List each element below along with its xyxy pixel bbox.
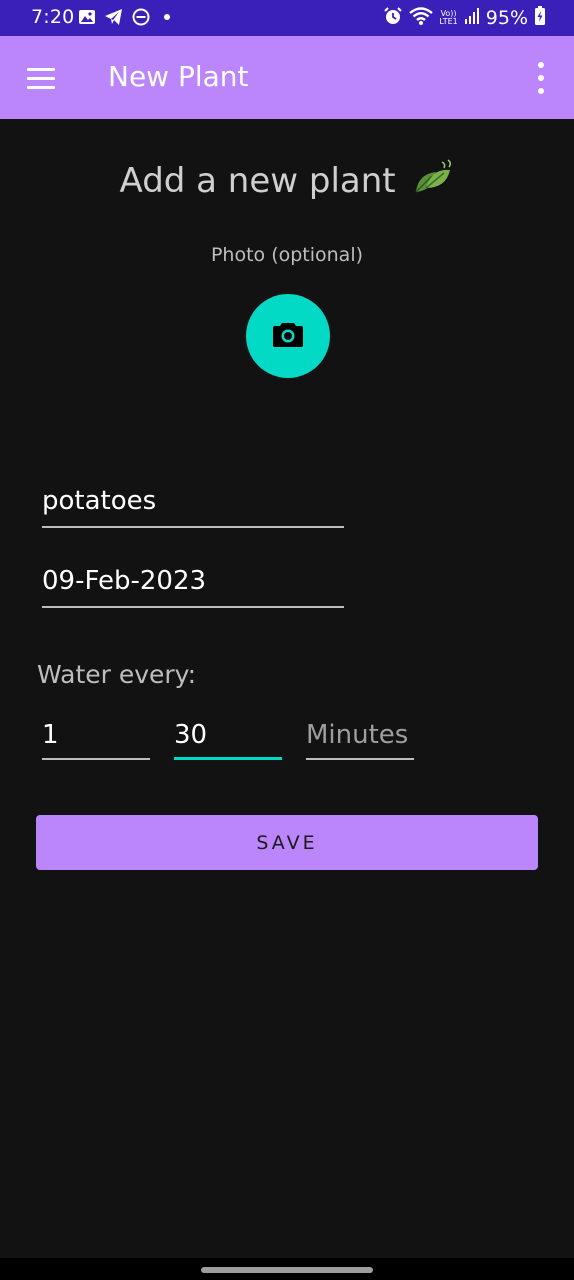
plant-name-field[interactable]: potatoes: [42, 480, 344, 528]
interval-minutes-field[interactable]: 30: [174, 712, 282, 760]
alarm-icon: [383, 6, 403, 30]
interval-number-field[interactable]: 1: [42, 712, 150, 760]
app-title: New Plant: [108, 60, 249, 93]
status-bar: 7:20 Vo)) LTE1 95%: [0, 0, 574, 36]
battery-percentage: 95%: [485, 7, 528, 29]
date-field[interactable]: 09-Feb-2023: [42, 560, 344, 608]
signal-icon: [464, 7, 480, 29]
app-bar: New Plant: [0, 36, 574, 119]
status-system-icons: Vo)) LTE1 95%: [383, 6, 546, 30]
camera-icon: [272, 320, 304, 353]
heading-text: Add a new plant: [119, 161, 396, 201]
telegram-icon: [104, 8, 124, 26]
system-nav-bar: [0, 1258, 574, 1280]
home-indicator[interactable]: [201, 1267, 373, 1273]
battery-charging-icon: [534, 6, 546, 30]
do-not-disturb-icon: [132, 8, 150, 26]
status-time: 7:20: [31, 6, 75, 28]
dot-icon: [158, 8, 176, 26]
save-button[interactable]: SAVE: [36, 815, 538, 870]
status-notification-icons: [78, 8, 176, 26]
add-photo-button[interactable]: [246, 294, 330, 378]
water-every-label: Water every:: [37, 660, 197, 689]
photo-label: Photo (optional): [210, 244, 364, 266]
lte-label: Vo)) LTE1: [439, 9, 458, 26]
wifi-icon: [409, 6, 434, 30]
page-heading: Add a new plant: [0, 158, 574, 207]
leaves-icon: [412, 158, 454, 207]
more-vert-icon[interactable]: [530, 62, 552, 94]
hamburger-menu-icon[interactable]: [24, 60, 60, 96]
interval-unit-field[interactable]: Minutes: [306, 712, 414, 760]
image-icon: [78, 8, 96, 26]
